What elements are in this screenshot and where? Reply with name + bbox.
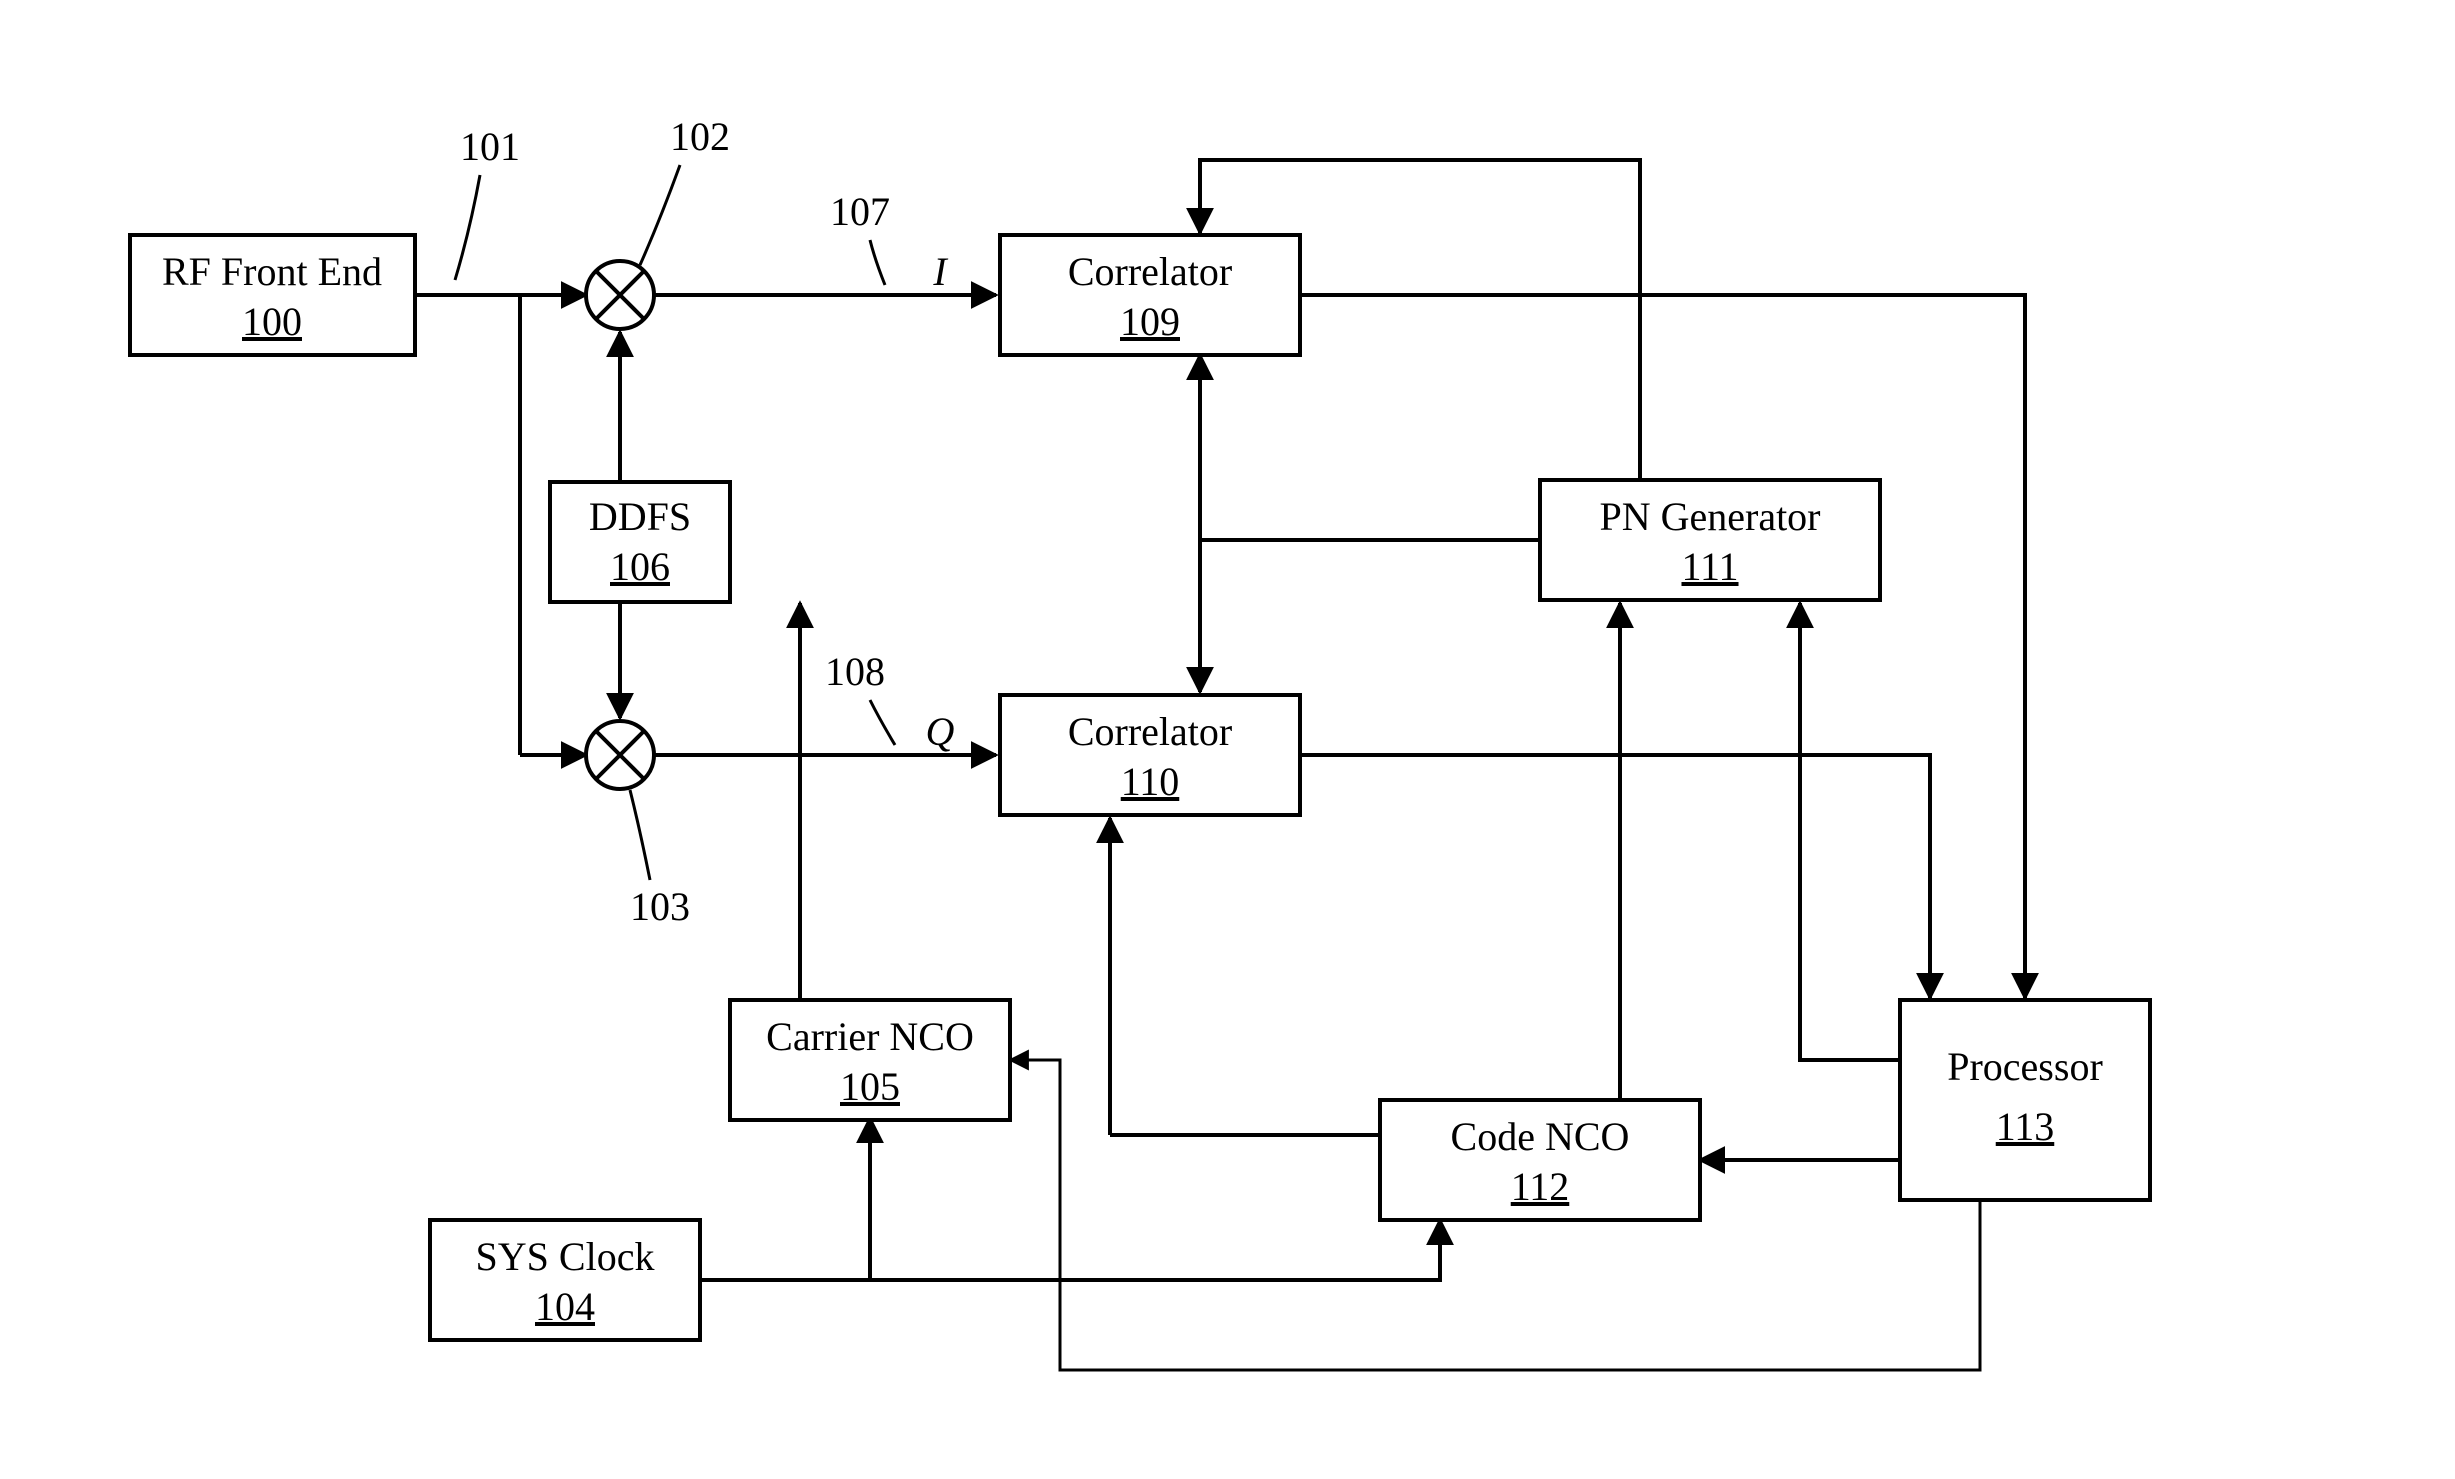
correlator-110-label: Correlator: [1068, 709, 1232, 754]
processor-block: Processor 113: [1900, 1000, 2150, 1200]
code-nco-id: 112: [1511, 1164, 1570, 1209]
correlator-110-id: 110: [1121, 759, 1180, 804]
rf-frontend-block: RF Front End 100: [130, 235, 415, 355]
correlator-110-block: Correlator 110: [1000, 695, 1300, 815]
callout-107: 107: [830, 189, 890, 234]
processor-id: 113: [1996, 1104, 2055, 1149]
processor-label: Processor: [1947, 1044, 2103, 1089]
correlator-109-block: Correlator 109: [1000, 235, 1300, 355]
block-diagram: RF Front End 100 DDFS 106 Correlator 109…: [0, 0, 2455, 1479]
pn-generator-block: PN Generator 111: [1540, 480, 1880, 600]
sys-clock-label: SYS Clock: [476, 1234, 655, 1279]
correlator-109-label: Correlator: [1068, 249, 1232, 294]
callout-102: 102: [670, 114, 730, 159]
pn-generator-id: 111: [1681, 544, 1738, 589]
pn-generator-label: PN Generator: [1599, 494, 1820, 539]
carrier-nco-label: Carrier NCO: [766, 1014, 974, 1059]
rf-frontend-label: RF Front End: [162, 249, 382, 294]
code-nco-block: Code NCO 112: [1380, 1100, 1700, 1220]
ddfs-label: DDFS: [589, 494, 691, 539]
mixer-102: [586, 261, 654, 329]
signal-q-label: Q: [926, 709, 955, 754]
callout-101: 101: [460, 124, 520, 169]
callout-108: 108: [825, 649, 885, 694]
carrier-nco-block: Carrier NCO 105: [730, 1000, 1010, 1120]
correlator-109-id: 109: [1120, 299, 1180, 344]
carrier-nco-id: 105: [840, 1064, 900, 1109]
ddfs-block: DDFS 106: [550, 482, 730, 602]
signal-i-label: I: [932, 249, 948, 294]
sys-clock-id: 104: [535, 1284, 595, 1329]
ddfs-id: 106: [610, 544, 670, 589]
sys-clock-block: SYS Clock 104: [430, 1220, 700, 1340]
code-nco-label: Code NCO: [1451, 1114, 1630, 1159]
callout-103: 103: [630, 884, 690, 929]
mixer-103: [586, 721, 654, 789]
rf-frontend-id: 100: [242, 299, 302, 344]
